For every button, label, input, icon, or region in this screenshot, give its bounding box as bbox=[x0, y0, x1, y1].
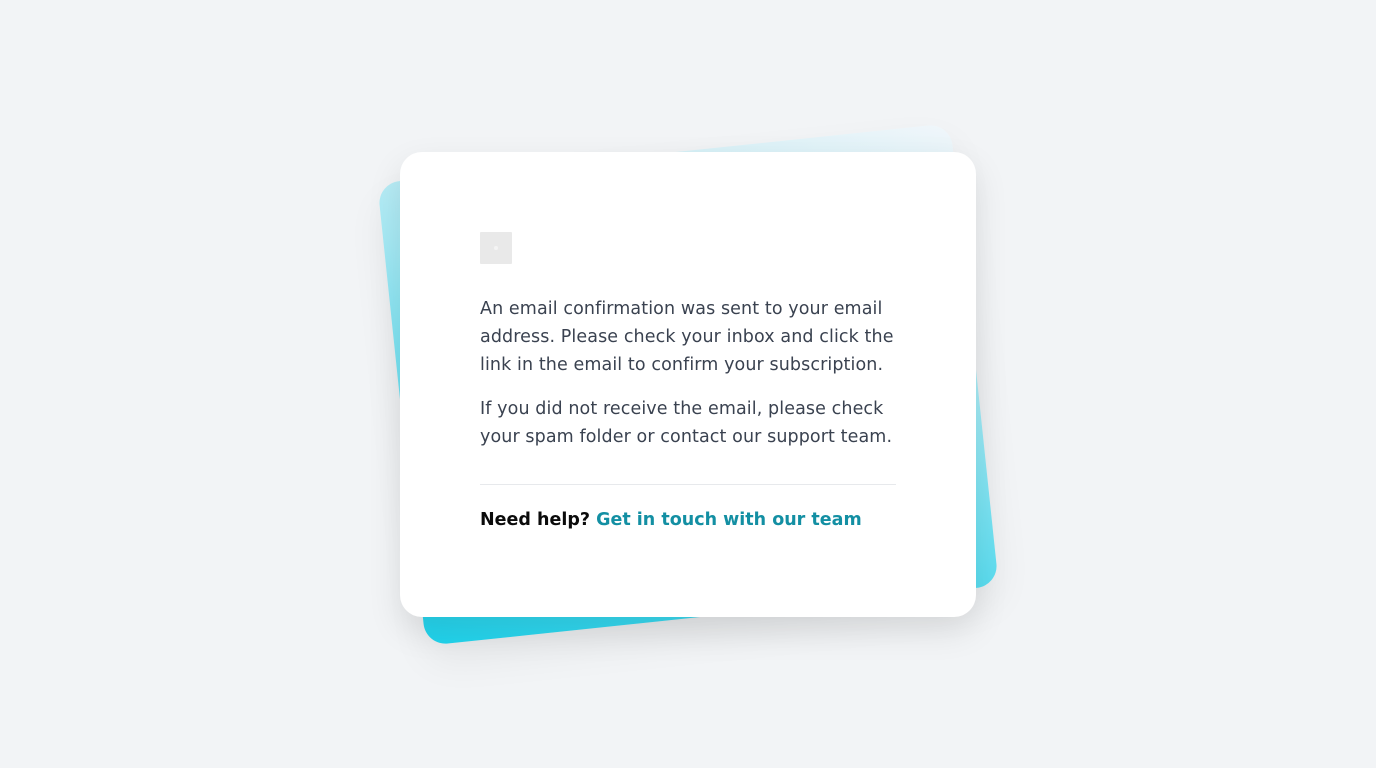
contact-team-link[interactable]: Get in touch with our team bbox=[596, 510, 862, 530]
confirmation-paragraph: An email confirmation was sent to your e… bbox=[480, 299, 894, 375]
confirmation-card: An email confirmation was sent to your e… bbox=[400, 152, 976, 617]
placeholder-image-icon bbox=[480, 232, 512, 264]
spam-paragraph: If you did not receive the email, please… bbox=[480, 399, 893, 447]
help-label: Need help? bbox=[480, 510, 591, 530]
divider bbox=[480, 484, 896, 485]
help-line: Need help? Get in touch with our team bbox=[480, 510, 862, 530]
confirmation-message: An email confirmation was sent to your e… bbox=[480, 295, 900, 467]
page-stage: An email confirmation was sent to your e… bbox=[0, 0, 1376, 768]
